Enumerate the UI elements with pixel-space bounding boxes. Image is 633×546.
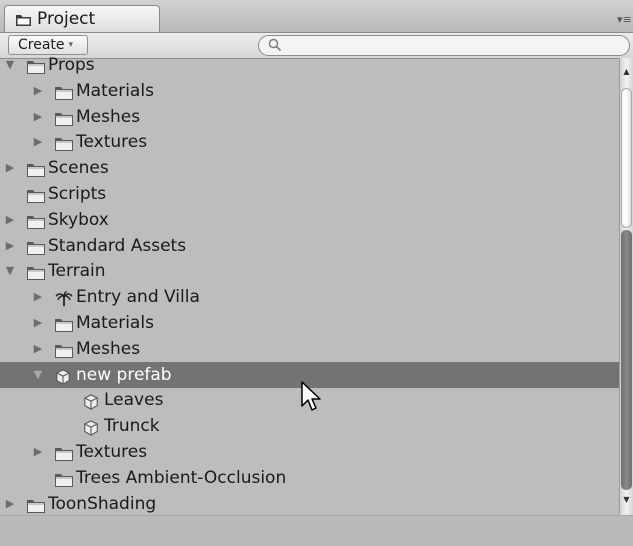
tree-row[interactable]: ▶ ToonShading bbox=[0, 491, 619, 515]
disclosure-collapsed-icon[interactable]: ▶ bbox=[4, 207, 16, 233]
disclosure-collapsed-icon[interactable]: ▶ bbox=[4, 491, 16, 515]
tree-row[interactable]: ▶ Meshes bbox=[0, 104, 619, 130]
tab-bar: Project ▾≡ bbox=[0, 0, 633, 33]
tree-row[interactable]: Trees Ambient-Occlusion bbox=[0, 465, 619, 491]
disclosure-collapsed-icon[interactable]: ▶ bbox=[32, 78, 44, 104]
tree-row-label: Trunck bbox=[104, 416, 160, 437]
disclosure-expanded-icon[interactable]: ▼ bbox=[4, 258, 16, 284]
folder-icon bbox=[26, 212, 46, 229]
tree-row-label: Standard Assets bbox=[48, 235, 187, 256]
vertical-scrollbar[interactable]: ▲ ▼ bbox=[619, 58, 633, 515]
tree-row[interactable]: ▶ Materials bbox=[0, 310, 619, 336]
tree-row[interactable]: Scripts bbox=[0, 181, 619, 207]
chevron-down-icon: ▾ bbox=[68, 40, 74, 50]
scrollbar-track[interactable] bbox=[621, 230, 632, 490]
prefab-cube-icon bbox=[82, 392, 102, 411]
scrollbar-thumb[interactable] bbox=[621, 88, 632, 228]
prefab-cube-icon bbox=[82, 418, 102, 436]
folder-icon bbox=[54, 470, 74, 487]
project-panel: Project ▾≡ Create ▾ ▼ Props ▶ Materials ▶ Mesh… bbox=[0, 0, 633, 546]
tree-row[interactable]: ▶ Entry and Villa bbox=[0, 284, 619, 310]
palm-tree-icon bbox=[54, 289, 74, 307]
tree-row-label: Scenes bbox=[48, 158, 109, 179]
tree-row[interactable]: Trunck bbox=[0, 413, 619, 439]
tree-row-label: Meshes bbox=[76, 338, 141, 359]
panel-menu-icon[interactable]: ▾≡ bbox=[617, 13, 632, 27]
disclosure-expanded-icon[interactable]: ▼ bbox=[32, 362, 44, 388]
tree-row-label: Scripts bbox=[48, 184, 107, 204]
tree-row[interactable]: ▶ Meshes bbox=[0, 336, 619, 362]
tree-row-label: Entry and Villa bbox=[76, 287, 200, 308]
folder-icon bbox=[26, 238, 46, 255]
create-label: Create bbox=[18, 37, 65, 53]
tree-row-label: Textures bbox=[76, 442, 148, 462]
prefab-cube-icon bbox=[54, 367, 74, 385]
tree-row-label: Materials bbox=[76, 80, 154, 101]
tree-row[interactable]: ▶ Scenes bbox=[0, 155, 619, 181]
tree-row-label: Leaves bbox=[104, 390, 164, 411]
mouse-cursor-icon bbox=[301, 381, 321, 411]
folder-icon bbox=[54, 83, 74, 100]
folder-icon bbox=[54, 315, 74, 332]
tree-row-label: Materials bbox=[76, 313, 154, 333]
status-bar bbox=[0, 515, 633, 546]
folder-icon bbox=[54, 341, 74, 358]
folder-icon bbox=[26, 496, 46, 513]
tree-row-label: Trees Ambient-Occlusion bbox=[76, 467, 287, 488]
folder-icon bbox=[26, 160, 46, 178]
folder-icon bbox=[26, 57, 46, 74]
folder-icon bbox=[54, 134, 74, 152]
search-icon bbox=[268, 38, 282, 52]
tree-row[interactable]: ▶ Materials bbox=[0, 78, 619, 104]
tree-row-label: ToonShading bbox=[48, 493, 157, 514]
tree-row-label: Skybox bbox=[48, 209, 109, 230]
folder-icon bbox=[54, 444, 74, 461]
disclosure-collapsed-icon[interactable]: ▶ bbox=[32, 439, 44, 465]
tree-row-label: new prefab bbox=[76, 364, 172, 385]
tree-row[interactable]: ▶ Skybox bbox=[0, 207, 619, 233]
folder-icon bbox=[15, 9, 32, 36]
tree-row[interactable]: ▼ Terrain bbox=[0, 258, 619, 284]
folder-icon bbox=[26, 186, 46, 203]
tree-row-label: Meshes bbox=[76, 106, 141, 127]
disclosure-collapsed-icon[interactable]: ▶ bbox=[32, 129, 44, 155]
disclosure-collapsed-icon[interactable]: ▶ bbox=[32, 104, 44, 130]
tree-row[interactable]: ▼ Props bbox=[0, 52, 619, 78]
disclosure-expanded-icon[interactable]: ▼ bbox=[4, 52, 16, 78]
scroll-down-icon[interactable]: ▼ bbox=[620, 494, 633, 506]
disclosure-collapsed-icon[interactable]: ▶ bbox=[4, 155, 16, 181]
tree-row[interactable]: ▶ Textures bbox=[0, 439, 619, 465]
disclosure-collapsed-icon[interactable]: ▶ bbox=[32, 310, 44, 336]
tab-title: Project bbox=[37, 9, 96, 29]
tree-row-label: Terrain bbox=[48, 261, 106, 282]
disclosure-collapsed-icon[interactable]: ▶ bbox=[32, 336, 44, 362]
tree-row[interactable]: ▶ Textures bbox=[0, 129, 619, 155]
tree-row-label: Props bbox=[48, 55, 95, 75]
scroll-up-icon[interactable]: ▲ bbox=[620, 66, 633, 78]
tree-row[interactable]: ▶ Standard Assets bbox=[0, 233, 619, 259]
project-tree: ▼ Props ▶ Materials ▶ Meshes ▶ Textures ▶ Scenes S… bbox=[0, 52, 619, 515]
disclosure-collapsed-icon[interactable]: ▶ bbox=[4, 233, 16, 259]
disclosure-collapsed-icon[interactable]: ▶ bbox=[32, 284, 44, 310]
folder-icon bbox=[26, 263, 46, 281]
folder-icon bbox=[54, 109, 74, 126]
tab-project[interactable]: Project bbox=[4, 5, 160, 32]
tree-row-label: Textures bbox=[76, 132, 148, 153]
